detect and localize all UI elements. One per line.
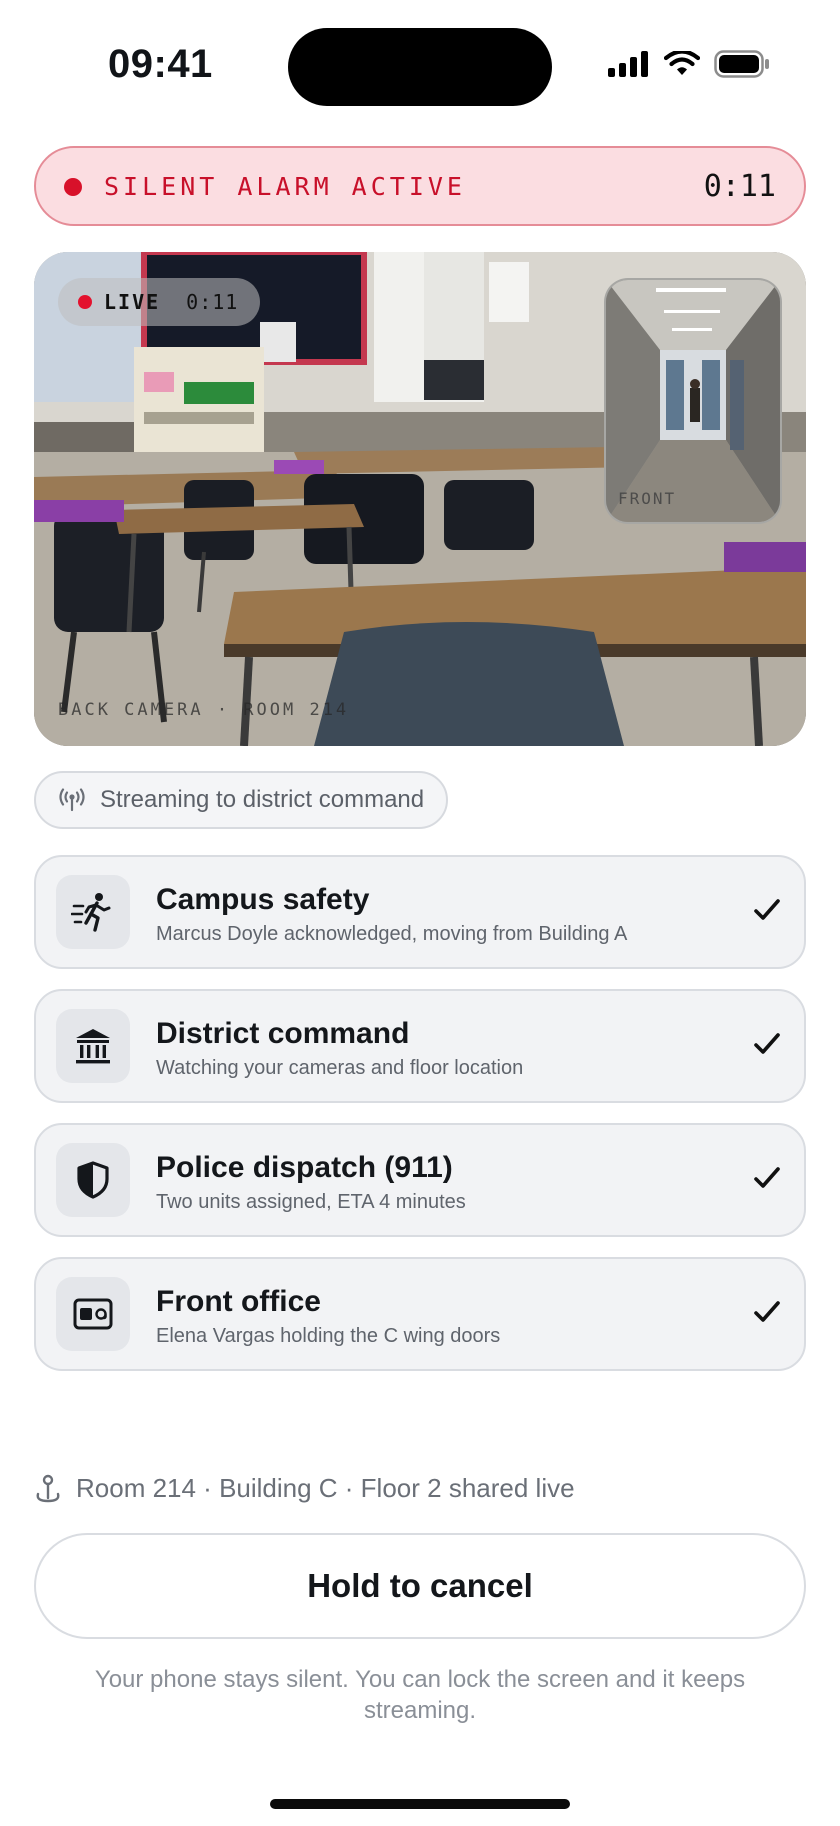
checkmark-icon	[754, 1167, 780, 1188]
responder-card-district-command[interactable]: District command Watching your cameras a…	[34, 989, 806, 1103]
broadcast-icon	[59, 788, 85, 812]
running-person-icon	[56, 875, 130, 949]
live-label: LIVE	[104, 290, 161, 314]
streaming-status-chip: Streaming to district command	[34, 771, 449, 829]
front-camera-pip[interactable]: FRONT	[604, 278, 782, 524]
back-camera-feed[interactable]: LIVE 0:11 BACK CAMERA · ROOM 214 FRONT	[34, 252, 806, 746]
streaming-label: Streaming to district command	[100, 786, 425, 813]
checkmark-icon	[754, 899, 780, 920]
dynamic-island	[288, 28, 552, 106]
location-text: Room 214 · Building C · Floor 2 shared l…	[76, 1473, 575, 1503]
shield-icon	[56, 1143, 130, 1217]
checkmark-icon	[754, 1033, 780, 1054]
responder-title: District command	[156, 1017, 410, 1050]
responder-subtitle: Elena Vargas holding the C wing doors	[156, 1325, 501, 1347]
responder-title: Campus safety	[156, 883, 370, 916]
status-time: 09:41	[108, 42, 213, 86]
responder-card-police-dispatch[interactable]: Police dispatch (911) Two units assigned…	[34, 1123, 806, 1237]
cellular-signal-icon	[608, 51, 648, 77]
location-share-row: Room 214 · Building C · Floor 2 shared l…	[34, 1473, 575, 1504]
responder-title: Police dispatch (911)	[156, 1151, 453, 1184]
recording-dot-icon	[64, 178, 82, 196]
id-card-icon	[56, 1277, 130, 1351]
responder-list: Campus safety Marcus Doyle acknowledged,…	[34, 855, 806, 1391]
live-dot-icon	[78, 295, 92, 309]
status-icons	[608, 50, 770, 78]
home-indicator[interactable]	[270, 1799, 570, 1809]
live-indicator: LIVE 0:11	[58, 278, 261, 326]
wifi-icon	[664, 51, 700, 75]
battery-icon	[714, 50, 769, 78]
live-timer: 0:11	[186, 290, 239, 314]
checkmark-icon	[754, 1301, 780, 1322]
location-pin-icon	[36, 1474, 60, 1502]
silent-streaming-note: Your phone stays silent. You can lock th…	[94, 1666, 746, 1724]
status-bar: 09:41	[0, 0, 840, 135]
responder-title: Front office	[156, 1285, 321, 1318]
silent-alarm-banner: SILENT ALARM ACTIVE 0:11	[34, 146, 806, 226]
back-camera-label: BACK CAMERA · ROOM 214	[58, 700, 350, 720]
alarm-timer: 0:11	[703, 169, 776, 204]
alarm-status-label: SILENT ALARM ACTIVE	[104, 172, 466, 201]
hallway-camera-image	[606, 280, 780, 522]
responder-subtitle: Watching your cameras and floor location	[156, 1057, 524, 1079]
front-camera-label: FRONT	[618, 489, 677, 508]
responder-card-campus-safety[interactable]: Campus safety Marcus Doyle acknowledged,…	[34, 855, 806, 969]
cancel-button-label: Hold to cancel	[307, 1567, 533, 1604]
responder-card-front-office[interactable]: Front office Elena Vargas holding the C …	[34, 1257, 806, 1371]
hold-to-cancel-button[interactable]: Hold to cancel	[34, 1533, 806, 1639]
responder-subtitle: Marcus Doyle acknowledged, moving from B…	[156, 923, 628, 945]
government-building-icon	[56, 1009, 130, 1083]
responder-subtitle: Two units assigned, ETA 4 minutes	[156, 1191, 466, 1213]
